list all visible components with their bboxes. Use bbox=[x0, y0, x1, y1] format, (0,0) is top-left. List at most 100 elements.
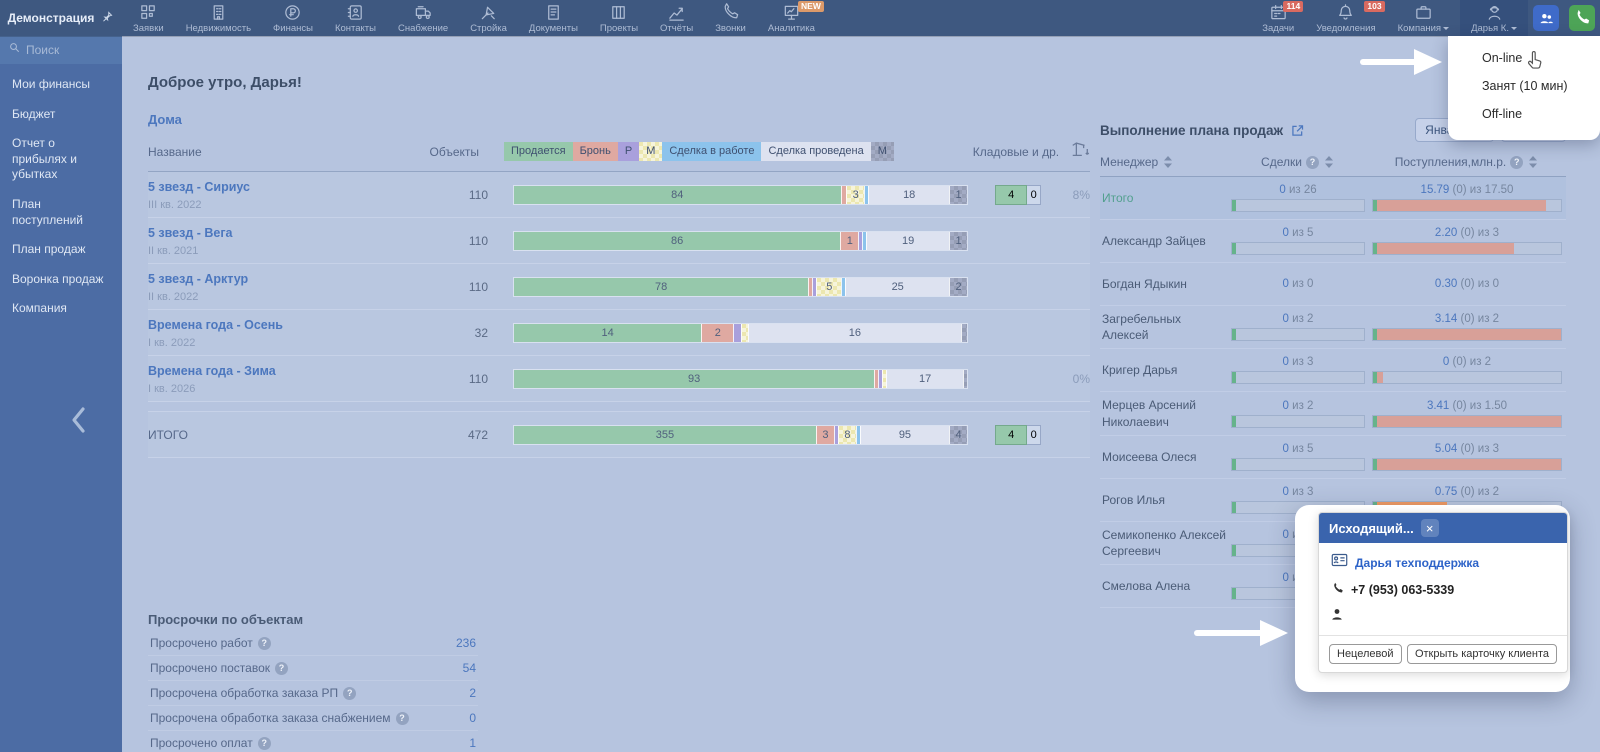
home-link[interactable]: Времена года - Осень bbox=[148, 318, 283, 332]
manager-name[interactable]: Кригер Дарья bbox=[1100, 362, 1228, 378]
nav-item-ruble[interactable]: Финансы bbox=[262, 0, 324, 36]
close-icon[interactable]: × bbox=[1421, 519, 1439, 537]
home-status-bar[interactable]: 9317 bbox=[513, 369, 968, 389]
sidebar-item[interactable]: План поступлений bbox=[0, 190, 122, 235]
home-link[interactable]: 5 звезд - Вега bbox=[148, 226, 233, 240]
nav-item-grid[interactable]: Заявки bbox=[122, 0, 175, 36]
nav-item-bell[interactable]: 103 Уведомления bbox=[1305, 0, 1386, 36]
contacts-panel-button[interactable] bbox=[1533, 5, 1559, 31]
help-icon[interactable]: ? bbox=[258, 737, 271, 750]
nav-item-analytics[interactable]: NEW Аналитика bbox=[757, 0, 826, 36]
help-icon[interactable]: ? bbox=[1510, 156, 1523, 169]
homes-title[interactable]: Дома bbox=[148, 112, 1090, 127]
workspace-switcher[interactable]: Демонстрация bbox=[0, 0, 122, 36]
home-link[interactable]: Времена года - Зима bbox=[148, 364, 276, 378]
open-client-card-button[interactable]: Открыть карточку клиента bbox=[1407, 644, 1557, 664]
search-input[interactable] bbox=[26, 43, 111, 57]
receipts-value: 0.75 (0) из 2 bbox=[1435, 486, 1499, 498]
sales-row: Загребельных Алексей 0 из 2 3.14 (0) из … bbox=[1100, 306, 1566, 349]
status-option-1[interactable]: Занят (10 мин) bbox=[1448, 72, 1600, 100]
status-option-2[interactable]: Off-line bbox=[1448, 100, 1600, 128]
column-name: Название bbox=[148, 145, 430, 159]
app-root: Демонстрация Заявки Недвижимость Финансы… bbox=[0, 0, 1600, 752]
help-icon[interactable]: ? bbox=[343, 687, 356, 700]
nav-item-truck[interactable]: Снабжение bbox=[387, 0, 459, 36]
manager-name[interactable]: Итого bbox=[1100, 190, 1228, 206]
receipts-progress-bar bbox=[1372, 458, 1562, 471]
column-storage: Кладовые и др. bbox=[973, 145, 1062, 159]
sidebar-search[interactable] bbox=[0, 36, 122, 64]
help-icon[interactable]: ? bbox=[275, 662, 288, 675]
manager-name[interactable]: Рогов Илья bbox=[1100, 492, 1228, 508]
nav-item-report[interactable]: Отчёты bbox=[649, 0, 704, 36]
manager-name[interactable]: Смелова Алена bbox=[1100, 578, 1228, 594]
nav-item-label: Контакты bbox=[335, 23, 376, 34]
caller-phone-number: +7 (953) 063-5339 bbox=[1351, 583, 1454, 597]
home-link[interactable]: 5 звезд - Сириус bbox=[148, 180, 250, 194]
overdue-value[interactable]: 0 bbox=[469, 711, 476, 725]
nav-item-phone[interactable]: Звонки bbox=[704, 0, 757, 36]
nav-item-label: Финансы bbox=[273, 23, 313, 34]
sidebar-collapse-button[interactable] bbox=[68, 404, 90, 441]
contact-name-link[interactable]: Дарья техподдержка bbox=[1355, 556, 1479, 570]
overdue-value[interactable]: 54 bbox=[463, 661, 476, 675]
nav-item-label: Проекты bbox=[600, 23, 638, 34]
briefcase-icon bbox=[1414, 3, 1433, 22]
home-link[interactable]: 5 звезд - Арктур bbox=[148, 272, 248, 286]
top-navigation: Демонстрация Заявки Недвижимость Финансы… bbox=[0, 0, 1600, 36]
manager-name[interactable]: Моисеева Олеся bbox=[1100, 449, 1228, 465]
nav-item-user[interactable]: Дарья К. bbox=[1460, 0, 1528, 36]
home-status-bar[interactable]: 785252 bbox=[513, 277, 968, 297]
help-icon[interactable]: ? bbox=[1306, 156, 1319, 169]
sidebar-item[interactable]: Мои финансы bbox=[0, 70, 122, 100]
manager-name[interactable]: Семикопенко Алексей Сергеевич bbox=[1100, 527, 1228, 559]
home-status-bar[interactable]: 843181 bbox=[513, 185, 968, 205]
receipts-progress-bar bbox=[1372, 371, 1562, 384]
help-icon[interactable]: ? bbox=[396, 712, 409, 725]
overdue-value[interactable]: 236 bbox=[456, 636, 476, 650]
manager-name[interactable]: Загребельных Алексей bbox=[1100, 311, 1228, 343]
manager-name[interactable]: Мерцев Арсений Николаевич bbox=[1100, 397, 1228, 429]
sidebar-item[interactable]: Бюджет bbox=[0, 100, 122, 130]
nav-item-calendar[interactable]: 114 Задачи bbox=[1251, 0, 1305, 36]
home-status-bar[interactable]: 14216 bbox=[513, 323, 968, 343]
sidebar-item[interactable]: Компания bbox=[0, 294, 122, 324]
sidebar-item[interactable]: Воронка продаж bbox=[0, 265, 122, 295]
help-icon[interactable]: ? bbox=[258, 637, 271, 650]
home-percent: 0% bbox=[1041, 372, 1090, 386]
bar-segment-yellow bbox=[741, 324, 748, 342]
external-link-icon[interactable] bbox=[1290, 123, 1305, 138]
receipts-value: 0 (0) из 2 bbox=[1443, 356, 1491, 368]
overdue-value[interactable]: 2 bbox=[469, 686, 476, 700]
overdue-value[interactable]: 1 bbox=[469, 736, 476, 750]
sidebar-item[interactable]: План продаж bbox=[0, 235, 122, 265]
hand-cursor-icon bbox=[1524, 50, 1546, 74]
construction-icon bbox=[479, 3, 498, 22]
call-popup-header[interactable]: Исходящий... × bbox=[1319, 513, 1567, 543]
nav-item-project[interactable]: Проекты bbox=[589, 0, 649, 36]
nav-item-briefcase[interactable]: Компания bbox=[1387, 0, 1460, 36]
manager-name[interactable]: Богдан Ядыкин bbox=[1100, 276, 1228, 292]
homes-spacer bbox=[148, 402, 1090, 412]
nav-item-contacts[interactable]: Контакты bbox=[324, 0, 387, 36]
total-status-bar[interactable]: 35538954 bbox=[513, 425, 968, 445]
sidebar-item[interactable]: Отчет о прибылях и убытках bbox=[0, 129, 122, 190]
call-panel-button[interactable] bbox=[1569, 5, 1595, 31]
legend-chip-yellow: М bbox=[639, 142, 662, 161]
nav-item-construction[interactable]: Стройка bbox=[459, 0, 518, 36]
sort-icon[interactable] bbox=[1323, 155, 1335, 169]
overdue-label: Просрочено работ bbox=[150, 636, 253, 650]
pin-icon[interactable] bbox=[100, 10, 114, 27]
nav-item-document[interactable]: Документы bbox=[518, 0, 589, 36]
sort-icon[interactable] bbox=[1162, 155, 1174, 169]
nav-item-label: Уведомления bbox=[1316, 23, 1375, 34]
home-status-bar[interactable]: 861191 bbox=[513, 231, 968, 251]
overdue-row: Просрочена обработка заказа снабжением? … bbox=[148, 706, 478, 731]
non-target-button[interactable]: Нецелевой bbox=[1329, 644, 1402, 664]
overdue-list: Просрочено работ? 236 Просрочено поставо… bbox=[148, 631, 478, 752]
search-icon bbox=[8, 41, 21, 59]
sort-icon[interactable] bbox=[1527, 155, 1539, 169]
manager-name[interactable]: Александр Зайцев bbox=[1100, 233, 1228, 249]
nav-item-building[interactable]: Недвижимость bbox=[175, 0, 262, 36]
crane-sort-icon[interactable] bbox=[1070, 139, 1090, 164]
